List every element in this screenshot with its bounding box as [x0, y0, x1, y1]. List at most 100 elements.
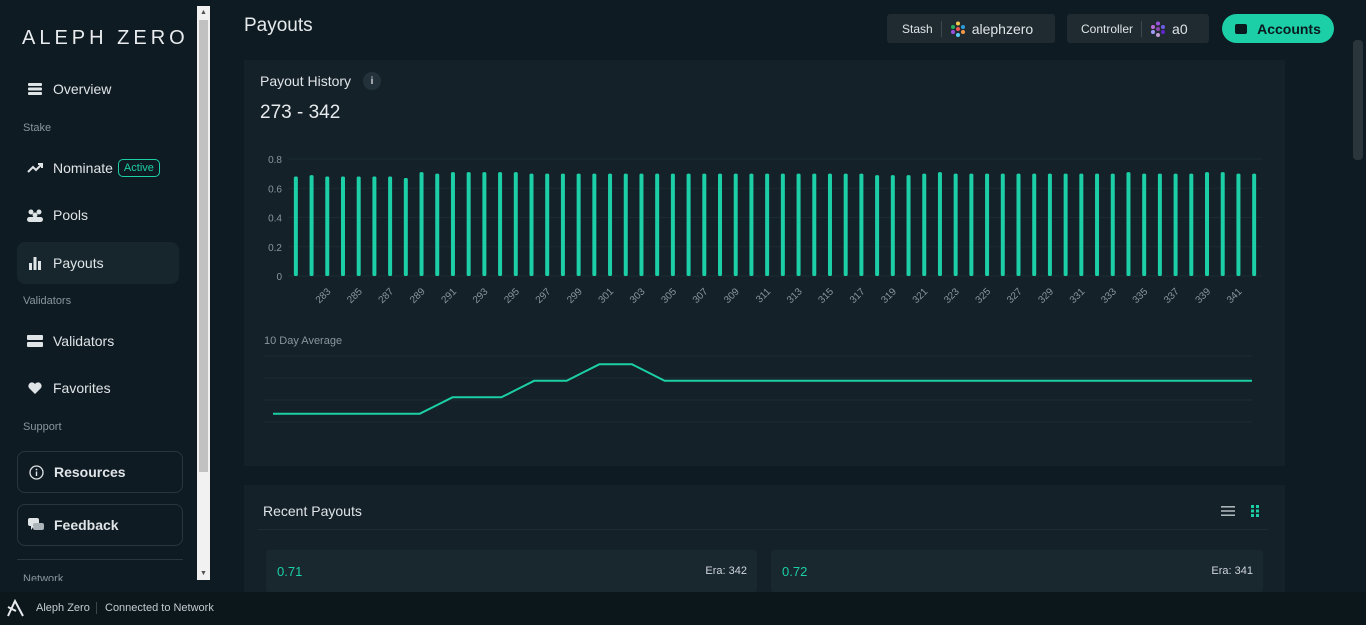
payout-bar — [906, 175, 911, 276]
x-tick-label: 335 — [1131, 286, 1151, 306]
x-tick-label: 285 — [345, 286, 365, 306]
payout-bar — [796, 173, 801, 276]
payout-bar — [655, 173, 660, 276]
payout-bar — [466, 172, 471, 276]
sidebar-item-overview[interactable]: Overview — [17, 68, 179, 110]
x-tick-label: 293 — [471, 286, 491, 306]
payout-amount: 0.71 — [277, 564, 303, 579]
scroll-down-arrow-icon[interactable]: ▼ — [197, 567, 210, 580]
sidebar-scrollbar-thumb[interactable] — [199, 20, 208, 472]
payout-bar — [1063, 173, 1068, 276]
x-tick-label: 297 — [534, 286, 554, 306]
aleph-zero-logo-icon — [7, 599, 24, 617]
payout-bar — [1236, 173, 1241, 276]
section-network: Network — [23, 573, 64, 581]
controller-account-name: a0 — [1172, 20, 1188, 37]
payout-bar — [608, 173, 613, 276]
x-tick-label: 321 — [911, 286, 931, 306]
x-tick-label: 301 — [597, 286, 617, 306]
payout-bar — [1173, 173, 1178, 276]
x-tick-label: 299 — [565, 286, 585, 306]
payout-bar — [1126, 172, 1131, 276]
list-view-icon[interactable] — [1220, 503, 1236, 519]
controller-account-button[interactable]: Controller a0 — [1067, 14, 1209, 43]
payout-bar — [1016, 173, 1021, 276]
payout-bar — [1157, 173, 1162, 276]
payout-bar — [937, 172, 942, 276]
section-stake: Stake — [23, 122, 52, 134]
x-tick-label: 303 — [628, 286, 648, 306]
payout-bar — [513, 172, 518, 276]
payout-bar — [340, 176, 345, 276]
y-tick-label: 0.6 — [268, 184, 282, 195]
payout-bar — [450, 172, 455, 276]
payout-bar — [1205, 172, 1210, 276]
x-tick-label: 339 — [1194, 286, 1214, 306]
payout-bar — [372, 176, 377, 276]
sidebar-item-resources[interactable]: Resources — [17, 451, 183, 493]
payout-bar — [592, 173, 597, 276]
sidebar-item-label: Favorites — [53, 380, 111, 396]
payout-bar — [670, 173, 675, 276]
chat-icon — [28, 517, 44, 533]
x-tick-label: 305 — [659, 286, 679, 306]
wallet-icon — [1235, 23, 1248, 34]
y-tick-label: 0.2 — [268, 243, 282, 254]
accounts-button-label: Accounts — [1257, 20, 1321, 37]
x-tick-label: 289 — [408, 286, 428, 306]
payout-bar — [545, 173, 550, 276]
payout-bar — [843, 173, 848, 276]
payout-bar — [890, 175, 895, 276]
grid-view-icon[interactable] — [1247, 503, 1263, 519]
payout-item[interactable]: 0.72 Era: 341 — [771, 550, 1263, 592]
payout-item[interactable]: 0.71 Era: 342 — [266, 550, 757, 592]
payout-bar — [1142, 173, 1147, 276]
info-icon[interactable]: i — [363, 72, 381, 90]
payout-era: Era: 342 — [705, 565, 747, 577]
payout-bar — [576, 173, 581, 276]
page-scrollbar-thumb[interactable] — [1353, 40, 1363, 160]
sidebar-item-pools[interactable]: Pools — [17, 194, 179, 236]
sidebar-item-favorites[interactable]: Favorites — [17, 367, 179, 409]
sidebar-item-label: Feedback — [54, 517, 119, 533]
payout-bar — [749, 173, 754, 276]
y-tick-label: 0.8 — [268, 155, 282, 166]
stash-account-button[interactable]: Stash alephzero — [887, 14, 1055, 43]
stash-account-name: alephzero — [971, 20, 1034, 37]
x-tick-label: 315 — [817, 286, 837, 306]
payout-bar — [1000, 173, 1005, 276]
x-tick-label: 333 — [1099, 286, 1119, 306]
sidebar-item-nominate[interactable]: Nominate Active — [17, 147, 179, 189]
divider — [940, 20, 942, 37]
x-tick-label: 307 — [691, 286, 711, 306]
x-tick-label: 323 — [942, 286, 962, 306]
payout-bar — [780, 173, 785, 276]
payout-bar — [1252, 173, 1257, 276]
divider — [258, 529, 1268, 530]
payout-bar — [733, 173, 738, 276]
sidebar-item-validators[interactable]: Validators — [17, 320, 179, 362]
payout-bar — [419, 172, 424, 276]
sidebar-item-feedback[interactable]: Feedback — [17, 504, 183, 546]
payout-bar — [293, 176, 298, 276]
accounts-button[interactable]: Accounts — [1222, 14, 1334, 43]
x-tick-label: 309 — [722, 286, 742, 306]
payout-bar — [875, 175, 880, 276]
x-tick-label: 341 — [1225, 286, 1245, 306]
payout-bar — [435, 173, 440, 276]
payout-bar — [985, 173, 990, 276]
app-logo[interactable]: ALEPH ZERO — [22, 27, 189, 50]
server-icon — [27, 333, 43, 349]
payout-history-title: Payout History — [260, 73, 352, 89]
payout-bar — [639, 173, 644, 276]
x-tick-label: 313 — [785, 286, 805, 306]
payout-bar — [623, 173, 628, 276]
sidebar-item-payouts[interactable]: Payouts — [17, 242, 179, 284]
stash-avatar-icon — [950, 21, 965, 37]
scroll-up-arrow-icon[interactable]: ▲ — [197, 6, 210, 19]
payout-bar — [403, 178, 408, 276]
x-tick-label: 295 — [502, 286, 522, 306]
payout-bar — [325, 176, 330, 276]
x-tick-label: 327 — [1005, 286, 1025, 306]
divider — [1141, 20, 1143, 37]
